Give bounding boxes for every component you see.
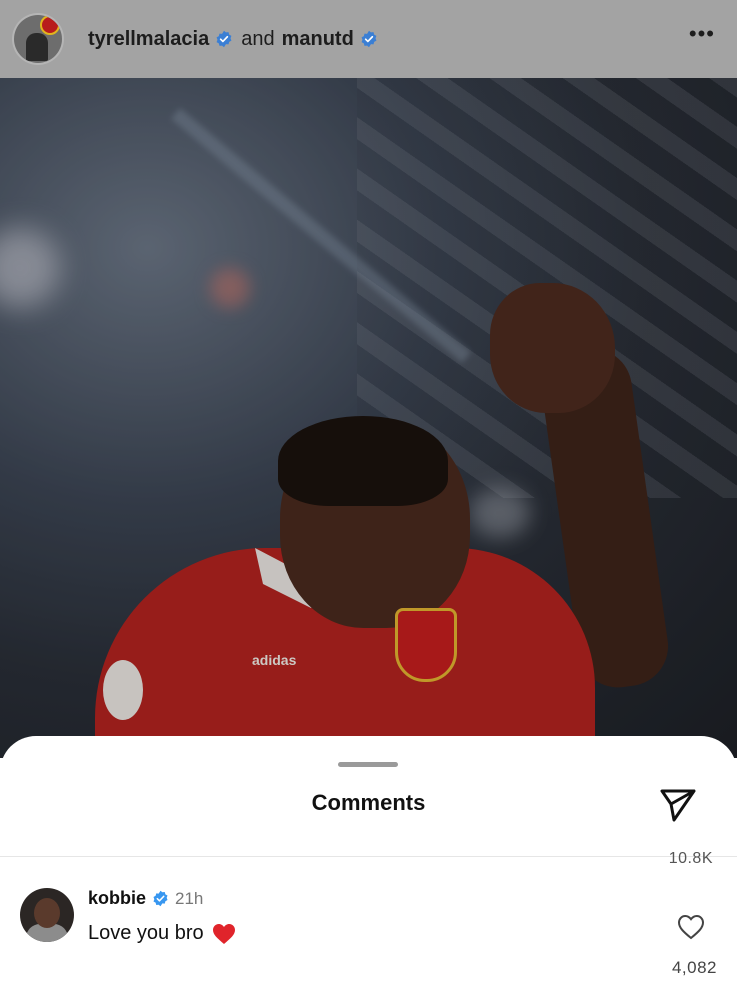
sheet-drag-handle[interactable] — [338, 762, 398, 767]
send-icon[interactable] — [656, 782, 700, 826]
post-header: tyrellmalacia and manutd ••• — [0, 0, 737, 78]
post-photo[interactable]: adidas — [0, 78, 737, 758]
avatar[interactable] — [20, 888, 74, 942]
comment-text: Love you bro — [88, 922, 204, 944]
red-heart-emoji-icon — [212, 923, 235, 944]
avatar-figure — [26, 33, 48, 61]
verified-badge-icon — [153, 890, 168, 907]
dim-overlay — [0, 78, 737, 758]
verified-badge-icon — [216, 30, 232, 48]
comments-sheet: Comments 10.8K kobbie 21h Love you bro 4… — [0, 736, 737, 986]
comment-username[interactable]: kobbie — [88, 888, 146, 909]
comment-like-count: 4,082 — [671, 958, 717, 977]
divider — [0, 856, 737, 857]
username-manutd[interactable]: manutd — [282, 28, 354, 51]
collab-avatar[interactable] — [14, 15, 62, 63]
comment-text-row: Love you bro — [88, 922, 236, 945]
comment-item: kobbie 21h Love you bro 4,082 — [0, 882, 737, 982]
club-crest-icon — [40, 15, 60, 35]
comment-timestamp: 21h — [175, 888, 204, 908]
verified-badge-icon — [361, 30, 377, 48]
username-tyrellmalacia[interactable]: tyrellmalacia — [88, 28, 209, 51]
heart-like-icon[interactable] — [677, 914, 705, 940]
comment-username-row: kobbie 21h — [88, 888, 203, 909]
collab-usernames: tyrellmalacia and manutd — [88, 28, 378, 51]
connector-text: and — [241, 27, 275, 50]
previous-like-count: 10.8K — [668, 850, 713, 864]
more-options-ellipsis-icon[interactable]: ••• — [689, 23, 715, 45]
sheet-title: Comments — [311, 790, 426, 815]
